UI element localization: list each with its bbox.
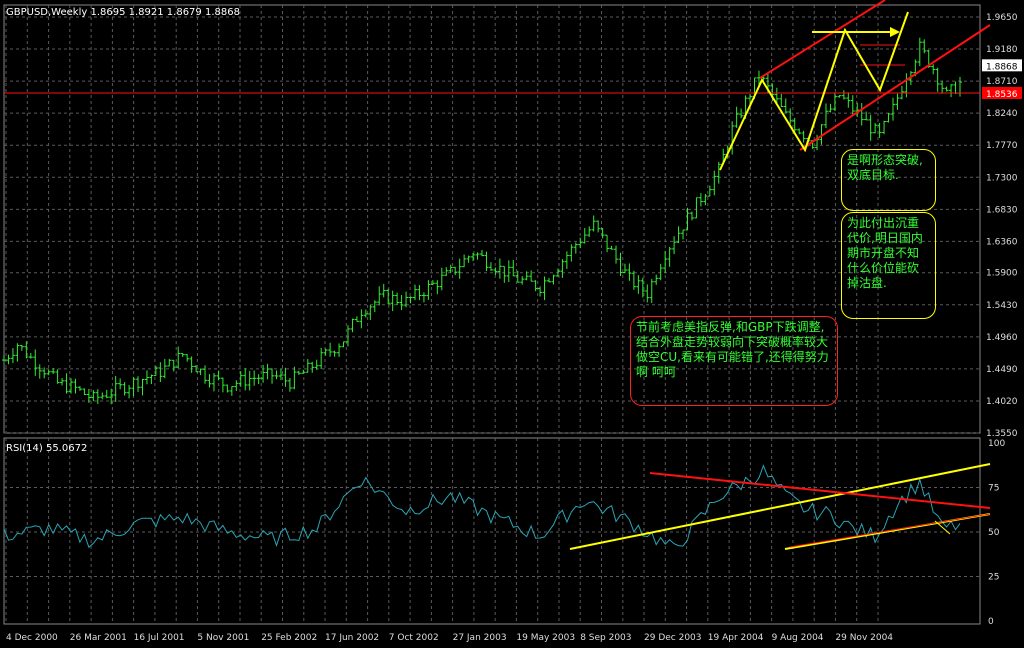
- time-tick-label: 25 Feb 2002: [261, 633, 317, 643]
- rsi-tick-label: 75: [988, 484, 999, 494]
- time-tick-label: 8 Sep 2003: [580, 633, 631, 643]
- price-tick-label: 1.9650: [986, 13, 1018, 23]
- price-tick-label: 1.4960: [986, 333, 1018, 343]
- price-tick-label: 1.6830: [986, 205, 1018, 215]
- time-tick-label: 4 Dec 2000: [6, 633, 58, 643]
- price-tick-label: 1.6360: [986, 237, 1018, 247]
- time-tick-label: 19 May 2003: [516, 633, 575, 643]
- current-price-label: 1.8868: [986, 62, 1018, 72]
- price-tick-label: 1.9180: [986, 45, 1018, 55]
- annotation-note-1: 是啊形态突破,双底目标.: [841, 149, 936, 211]
- rsi-title: RSI(14) 55.0672: [6, 443, 87, 454]
- price-tick-label: 1.4020: [986, 397, 1018, 407]
- chart-title: GBPUSD,Weekly 1.8695 1.8921 1.8679 1.886…: [6, 7, 240, 18]
- rsi-tick-label: 25: [988, 573, 999, 583]
- price-tick-label: 1.4490: [986, 365, 1018, 375]
- price-chart[interactable]: 1.9650 1.9180 1.8710 1.8240 1.7770 1.7300 1.68…: [0, 0, 1024, 648]
- rsi-tick-label: 100: [988, 439, 1005, 449]
- chart-background: [0, 0, 1024, 648]
- time-tick-label: 7 Oct 2002: [389, 633, 439, 643]
- price-tick-label: 1.8710: [986, 77, 1018, 87]
- time-tick-label: 9 Aug 2004: [772, 633, 824, 643]
- time-tick-label: 16 Jul 2001: [134, 633, 185, 643]
- time-tick-label: 17 Jun 2002: [325, 633, 379, 643]
- price-level-label: 1.8536: [986, 90, 1018, 100]
- price-tick-label: 1.5900: [986, 269, 1018, 279]
- rsi-tick-label: 50: [988, 528, 1000, 538]
- annotation-note-2: 为此付出沉重代价,明日国内期市开盘不知什么价位能砍掉沽盘.: [841, 212, 936, 319]
- time-tick-label: 29 Dec 2003: [644, 633, 702, 643]
- time-tick-label: 29 Nov 2004: [835, 633, 893, 643]
- rsi-tick-label: 0: [988, 617, 994, 627]
- time-tick-label: 19 Apr 2004: [708, 633, 764, 643]
- price-tick-label: 1.8240: [986, 109, 1018, 119]
- price-tick-label: 1.7300: [986, 173, 1018, 183]
- price-tick-label: 1.7770: [986, 141, 1018, 151]
- time-tick-label: 27 Jan 2003: [453, 633, 507, 643]
- price-tick-label: 1.5430: [986, 301, 1018, 311]
- time-tick-label: 5 Nov 2001: [197, 633, 249, 643]
- annotation-note-3: 节前考虑美指反弹,和GBP下跌调整,结合外盘走势较弱向下突破概率较大做空CU,看…: [630, 316, 838, 406]
- time-tick-label: 26 Mar 2001: [70, 633, 127, 643]
- price-tick-label: 1.3550: [986, 429, 1018, 439]
